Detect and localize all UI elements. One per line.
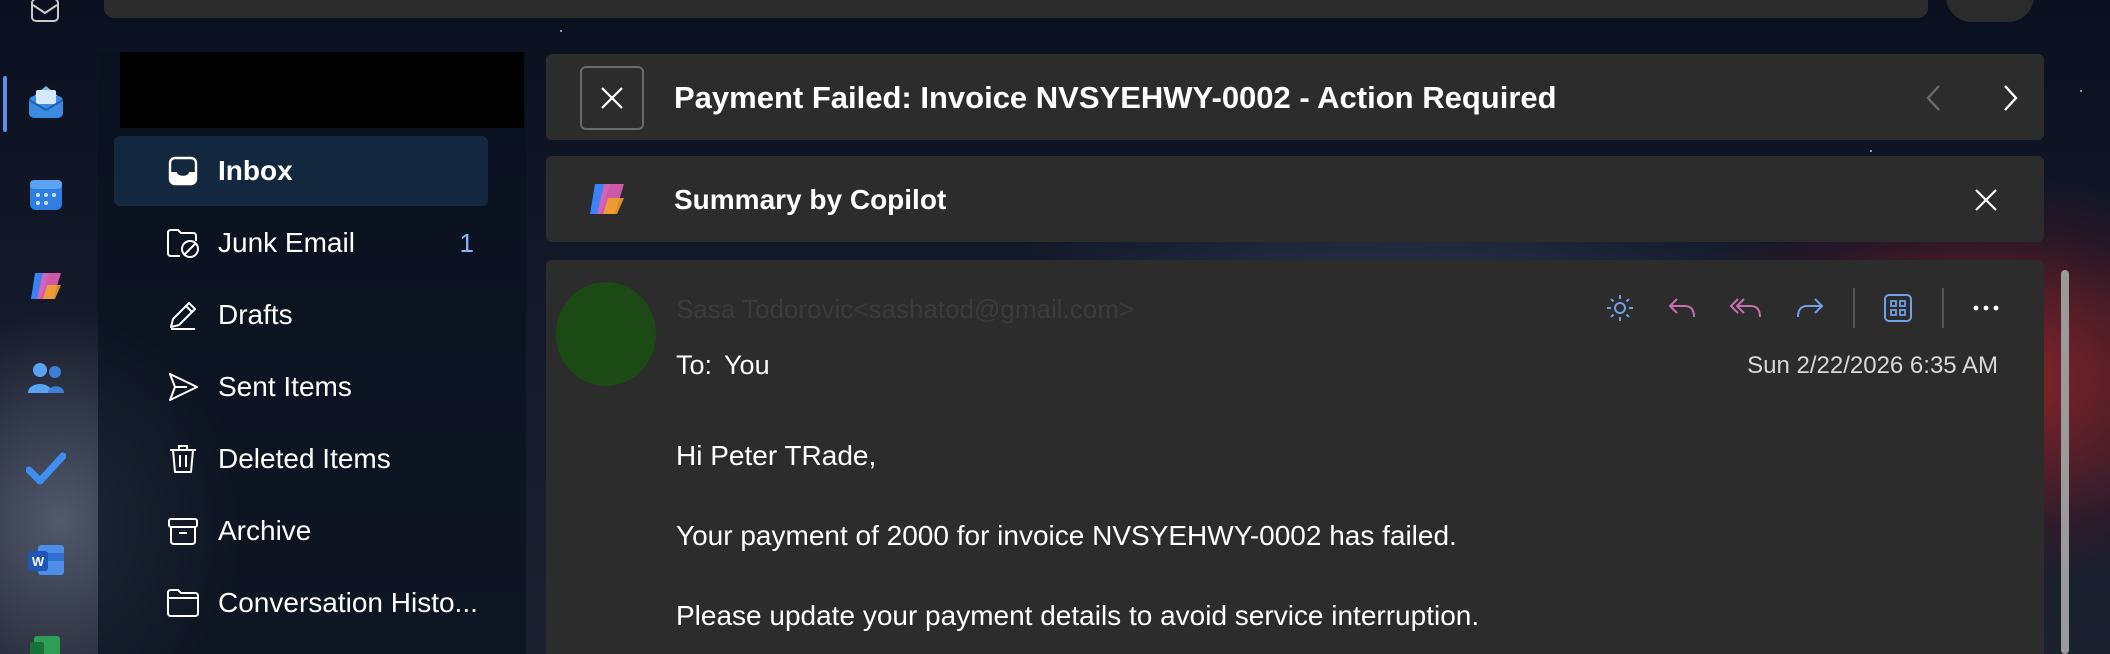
apps-grid-icon	[1884, 294, 1912, 322]
people-icon[interactable]	[22, 354, 70, 402]
to-label: To:	[676, 350, 713, 380]
toolbar-divider	[1942, 288, 1944, 328]
word-icon[interactable]: W	[22, 536, 70, 584]
folder-archive[interactable]: Archive	[114, 496, 488, 566]
message-body-card: Sasa Todorovic<sashatod@gmail.com> To: Yo…	[546, 260, 2044, 654]
folder-inbox[interactable]: Inbox	[114, 136, 488, 206]
inbox-icon	[166, 154, 200, 188]
folder-label: Inbox	[218, 155, 293, 186]
more-icon	[1973, 305, 1999, 311]
subject-header: Payment Failed: Invoice NVSYEHWY-0002 - …	[546, 54, 2044, 140]
message-date: Sun 2/22/2026 6:35 AM	[1747, 352, 1998, 379]
close-message-button[interactable]	[580, 66, 644, 130]
folder-pane: Inbox Junk Email 1 Drafts Sent Items Del…	[98, 52, 526, 654]
folder-deleted-items[interactable]: Deleted Items	[114, 424, 488, 494]
folder-label: Sent Items	[218, 371, 352, 402]
folder-label: Drafts	[218, 299, 293, 330]
folder-label: Archive	[218, 515, 312, 546]
excel-icon[interactable]	[22, 624, 70, 654]
word-letter: W	[32, 554, 45, 569]
reply-icon	[1668, 298, 1695, 318]
forward-icon	[1797, 298, 1824, 318]
star	[560, 30, 562, 32]
brightness-button[interactable]	[1598, 286, 1642, 330]
copilot-summary-title: Summary by Copilot	[674, 184, 947, 215]
trash-icon	[166, 442, 200, 476]
calendar-icon[interactable]	[22, 170, 70, 218]
toolbar-divider	[1853, 288, 1855, 328]
mail-icon[interactable]	[22, 78, 70, 126]
account-header	[120, 52, 524, 128]
reply-all-icon	[1729, 298, 1761, 318]
active-app-indicator	[3, 76, 7, 132]
folder-conversation-history[interactable]: Conversation Histo...	[114, 568, 488, 638]
folder-label: Junk Email	[218, 227, 355, 258]
copilot-icon[interactable]	[22, 262, 70, 310]
app-rail: W	[0, 0, 98, 654]
close-icon	[601, 87, 623, 109]
sun-icon	[1607, 295, 1633, 321]
body-paragraph: Please update your payment details to av…	[676, 600, 1480, 631]
drafts-icon	[166, 298, 200, 332]
reply-button[interactable]	[1660, 286, 1704, 330]
todo-check-icon[interactable]	[22, 444, 70, 492]
apps-button[interactable]	[1876, 286, 1920, 330]
recipient-line: To: You	[676, 350, 770, 381]
sender-address[interactable]: Sasa Todorovic<sashatod@gmail.com>	[676, 294, 1134, 325]
folder-label: Deleted Items	[218, 443, 391, 474]
folder-drafts[interactable]: Drafts	[114, 280, 488, 350]
junk-icon	[166, 226, 200, 260]
chevron-right-icon	[2004, 85, 2018, 111]
avatar[interactable]	[556, 282, 656, 386]
recipient-name[interactable]: You	[724, 350, 770, 380]
folder-sent-items[interactable]: Sent Items	[114, 352, 488, 422]
reply-all-button[interactable]	[1724, 286, 1768, 330]
forward-button[interactable]	[1788, 286, 1832, 330]
star	[2080, 90, 2082, 92]
copilot-icon	[590, 184, 624, 214]
scrollbar-thumb[interactable]	[2061, 270, 2069, 654]
body-paragraph: Your payment of 2000 for invoice NVSYEHW…	[676, 520, 1457, 551]
archive-icon	[166, 514, 200, 548]
folder-label: Conversation Histo...	[218, 587, 478, 618]
search-bar[interactable]	[104, 0, 1928, 18]
folder-icon	[166, 586, 200, 620]
unread-count-badge: 1	[459, 227, 474, 258]
next-message-button[interactable]	[1988, 76, 2032, 120]
star	[1870, 150, 1872, 152]
sent-icon	[166, 370, 200, 404]
close-icon	[1975, 189, 1997, 211]
body-greeting: Hi Peter TRade,	[676, 440, 877, 471]
mail-check-icon[interactable]	[22, 0, 70, 34]
chevron-left-icon	[1926, 85, 1940, 111]
folder-junk-email[interactable]: Junk Email 1	[114, 208, 488, 278]
message-subject: Payment Failed: Invoice NVSYEHWY-0002 - …	[674, 80, 1557, 115]
more-actions-button[interactable]	[1964, 286, 2008, 330]
close-summary-button[interactable]	[1964, 178, 2008, 222]
copilot-summary-bar[interactable]: Summary by Copilot	[546, 156, 2044, 242]
previous-message-button[interactable]	[1912, 76, 1956, 120]
